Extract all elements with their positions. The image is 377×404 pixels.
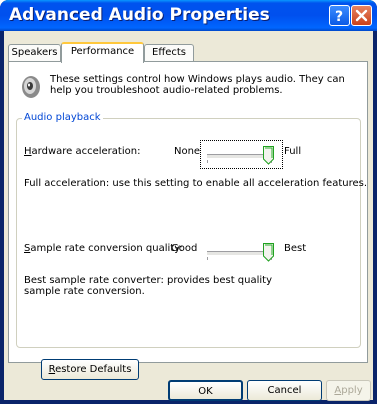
- tab-effects[interactable]: Effects: [144, 44, 194, 61]
- cancel-button[interactable]: Cancel: [247, 380, 322, 401]
- slider-tick: [207, 160, 208, 163]
- performance-panel: These settings control how Windows plays…: [8, 61, 368, 380]
- sample-rate-quality-label: Sample rate conversion quality:: [24, 243, 183, 254]
- slider-thumb[interactable]: [263, 243, 274, 262]
- hardware-acceleration-min-label: None: [174, 146, 201, 157]
- hardware-acceleration-max-label: Full: [284, 146, 302, 157]
- group-title: Audio playback: [22, 112, 103, 123]
- hardware-acceleration-label-text: ardware acceleration:: [31, 146, 141, 157]
- svg-text:?: ?: [335, 9, 343, 25]
- help-question-icon: ?: [335, 9, 343, 25]
- window-title: Advanced Audio Properties: [9, 5, 270, 25]
- tab-performance[interactable]: Performance: [61, 42, 144, 63]
- slider-tick: [207, 257, 208, 260]
- hardware-acceleration-description: Full acceleration: use this setting to e…: [24, 178, 368, 189]
- tab-speakers[interactable]: Speakers: [8, 44, 61, 61]
- speaker-icon: [22, 76, 40, 98]
- intro-description: These settings control how Windows plays…: [50, 74, 345, 96]
- hardware-acceleration-slider[interactable]: [207, 145, 275, 165]
- slider-thumb[interactable]: [263, 146, 274, 165]
- sample-rate-quality-label-text: ample rate conversion quality:: [30, 243, 183, 254]
- close-x-icon: [355, 9, 368, 22]
- ok-button[interactable]: OK: [168, 380, 243, 401]
- dialog-body: Speakers Performance Effects These setti…: [4, 31, 373, 401]
- restore-defaults-button[interactable]: Restore Defaults: [41, 359, 139, 380]
- apply-button[interactable]: Apply: [326, 380, 371, 401]
- title-bar[interactable]: Advanced Audio Properties ?: [0, 0, 377, 31]
- sample-rate-quality-min-label: Good: [171, 243, 198, 254]
- audio-playback-group: Audio playback Hardware acceleration: No…: [16, 112, 367, 348]
- advanced-audio-properties-window: Advanced Audio Properties ? Speakers Per…: [0, 0, 377, 404]
- restore-defaults-label: estore Defaults: [55, 364, 132, 375]
- hardware-acceleration-label: Hardware acceleration:: [24, 146, 141, 157]
- sample-rate-quality-slider[interactable]: [207, 242, 275, 262]
- apply-label: pply: [341, 385, 363, 396]
- sample-rate-quality-max-label: Best: [284, 243, 307, 254]
- close-button[interactable]: [351, 5, 372, 26]
- help-button[interactable]: ?: [329, 5, 350, 26]
- sample-rate-quality-description: Best sample rate converter: provides bes…: [24, 275, 273, 297]
